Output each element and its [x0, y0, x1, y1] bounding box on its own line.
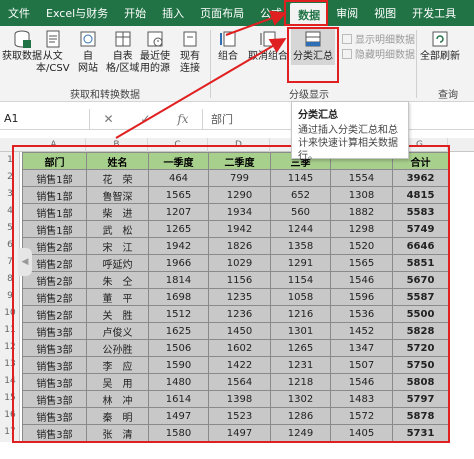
menu-tab[interactable]: 视图: [366, 0, 404, 26]
refresh-icon: [432, 31, 448, 47]
show-detail-label: 显示明细数据: [355, 35, 415, 46]
from-web-label: 自: [83, 51, 93, 62]
refresh-all-label: 全部刷新: [420, 51, 460, 62]
connections-icon: [183, 31, 197, 47]
from-web-button[interactable]: 自 网站: [78, 29, 98, 75]
from-text-csv-button[interactable]: 从文 本/CSV: [36, 29, 70, 75]
annotation-box-subtotal: [287, 27, 339, 83]
enter-icon[interactable]: ✓: [140, 112, 150, 126]
hide-detail-icon: [342, 48, 352, 59]
insert-function-icon[interactable]: fx: [177, 112, 188, 126]
recent-sources-button[interactable]: 最近使 用的源: [140, 29, 170, 75]
group-outline-label: 分级显示: [289, 90, 329, 101]
subtotal-tooltip: 分类汇总 通过插入分类汇总和总计来快速计算相关数据行。: [291, 101, 409, 162]
menu-tab[interactable]: 文件: [0, 0, 38, 26]
show-detail-icon: [342, 33, 352, 44]
recent-sources-icon: [147, 31, 163, 47]
from-table-label-2: 格/区域: [106, 63, 140, 74]
group-label: 组合: [218, 51, 238, 62]
from-text-label-2: 本/CSV: [36, 63, 70, 74]
menu-tab[interactable]: Excel与财务: [38, 0, 116, 26]
menu-tab[interactable]: 开发工具: [404, 0, 464, 26]
database-icon: [14, 30, 31, 48]
tooltip-title: 分类汇总: [298, 110, 338, 121]
menu-tab[interactable]: 审阅: [328, 0, 366, 26]
from-web-label-2: 网站: [78, 63, 98, 74]
recent-label: 最近使: [140, 51, 170, 62]
hide-detail-label: 隐藏明细数据: [355, 50, 415, 61]
recent-label-2: 用的源: [140, 63, 170, 74]
web-icon: [80, 31, 96, 47]
formula-controls: ✕ ✓ fx: [90, 112, 202, 126]
table-icon: [115, 31, 131, 47]
menu-tab[interactable]: 插入: [154, 0, 192, 26]
existing-connections-button[interactable]: 现有 连接: [180, 29, 200, 75]
menu-bar: 文件 Excel与财务 开始 插入 页面布局 公式 数据 审阅 视图 开发工具: [0, 0, 474, 26]
existing-label: 现有: [180, 51, 200, 62]
tooltip-body: 通过插入分类汇总和总计来快速计算相关数据行。: [298, 125, 398, 162]
annotation-box-data-tab: [284, 0, 328, 26]
refresh-all-button[interactable]: 全部刷新: [420, 29, 460, 63]
from-text-label: 从文: [42, 51, 63, 62]
text-file-icon: [46, 30, 60, 48]
ungroup-label: 取消组合: [248, 51, 288, 62]
ribbon: 获取数据 从文 本/CSV 自 网站 自表 格/区域 最近使 用的源 现有 连接…: [0, 26, 474, 102]
group-button[interactable]: 组合: [218, 29, 238, 63]
cancel-icon[interactable]: ✕: [103, 112, 113, 126]
annotation-box-table: [12, 145, 450, 443]
from-table-label: 自表: [112, 51, 133, 62]
show-detail-button[interactable]: 显示明细数据: [342, 31, 415, 46]
from-table-range-button[interactable]: 自表 格/区域: [106, 29, 139, 75]
ungroup-rows-icon: [260, 31, 276, 47]
hide-detail-button[interactable]: 隐藏明细数据: [342, 46, 415, 61]
group-rows-icon: [220, 31, 236, 47]
group-separator: [210, 30, 211, 98]
group-query-label: 查询: [438, 90, 458, 101]
group-separator: [416, 30, 417, 98]
group-get-transform-label: 获取和转换数据: [70, 90, 140, 101]
menu-tab[interactable]: 页面布局: [192, 0, 252, 26]
menu-tab[interactable]: 开始: [116, 0, 154, 26]
ungroup-button[interactable]: 取消组合: [248, 29, 288, 63]
name-box[interactable]: A1: [0, 108, 90, 129]
existing-label-2: 连接: [180, 63, 200, 74]
